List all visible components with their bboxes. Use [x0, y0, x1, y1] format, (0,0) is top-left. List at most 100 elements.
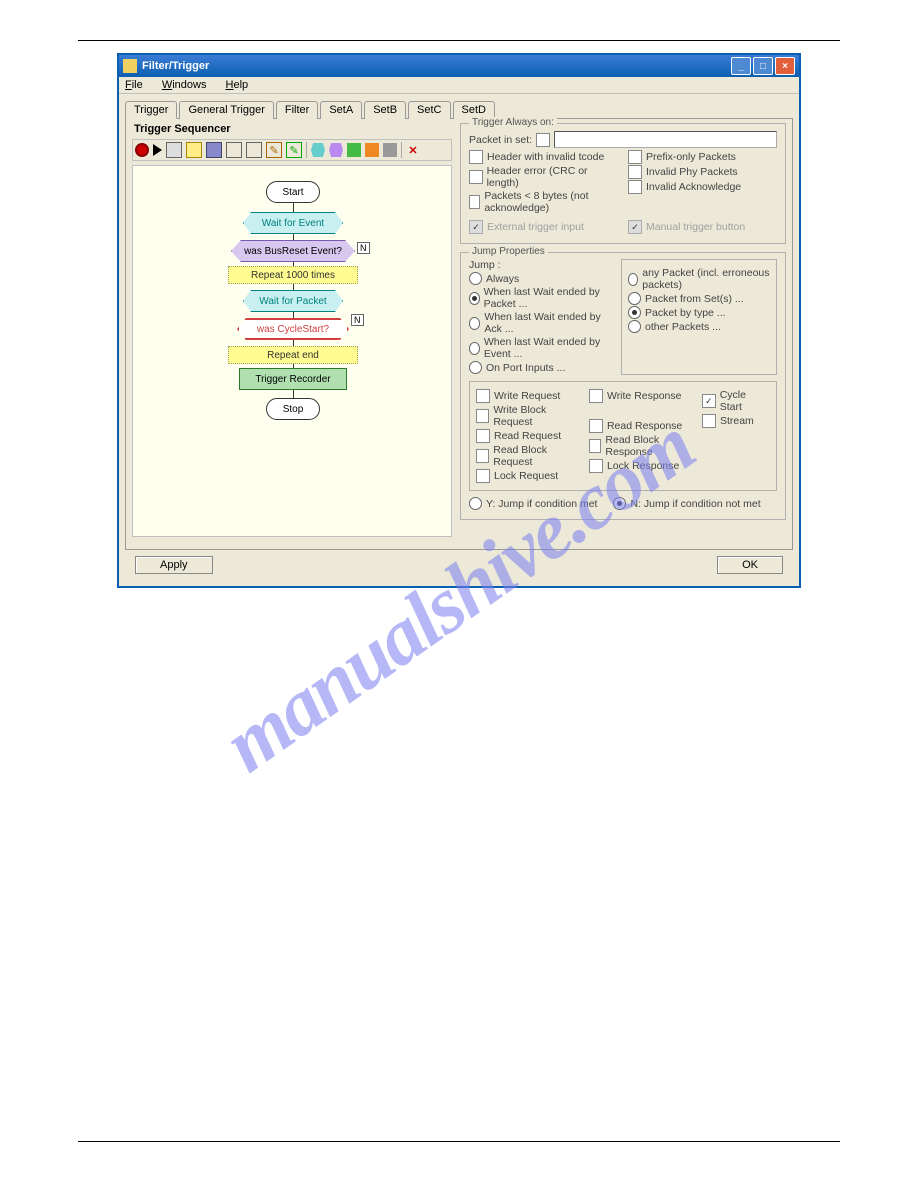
separator-icon — [401, 142, 402, 158]
menu-windows[interactable]: Windows — [162, 79, 215, 91]
hex-purple-icon[interactable] — [329, 143, 343, 157]
tab-general-trigger[interactable]: General Trigger — [179, 101, 273, 119]
save-icon[interactable] — [206, 142, 222, 158]
checkbox[interactable] — [628, 150, 642, 164]
checkbox[interactable] — [469, 170, 483, 184]
flowchart-canvas[interactable]: Start Wait for Event was BusReset Event?… — [132, 165, 452, 537]
repeat-node[interactable]: Repeat 1000 times — [228, 266, 358, 284]
menu-help[interactable]: Help — [226, 79, 257, 91]
maximize-button[interactable]: □ — [753, 57, 773, 75]
hex-teal-icon[interactable] — [311, 143, 325, 157]
title-bar[interactable]: Filter/Trigger _ □ × — [119, 55, 799, 77]
left-checks: Header with invalid tcode Header error (… — [469, 149, 618, 215]
radio-label: Packet from Set(s) ... — [645, 293, 744, 305]
check-label: Header error (CRC or length) — [487, 165, 618, 189]
packet-in-set-checkbox[interactable] — [536, 133, 550, 147]
ext-trigger-label: External trigger input — [487, 221, 584, 233]
tool-icon-3[interactable]: ✎ — [286, 142, 302, 158]
manual-trigger-checkbox — [628, 220, 642, 234]
radio[interactable] — [628, 273, 638, 286]
checkbox[interactable] — [589, 439, 601, 453]
tab-filter[interactable]: Filter — [276, 101, 318, 119]
checkbox[interactable] — [476, 469, 490, 483]
menu-file[interactable]: File — [125, 79, 151, 91]
stop-icon[interactable] — [166, 142, 182, 158]
right-checks: Prefix-only Packets Invalid Phy Packets … — [628, 149, 777, 215]
ok-button[interactable]: OK — [717, 556, 783, 574]
checkbox[interactable] — [589, 389, 603, 403]
export-icon[interactable] — [226, 142, 242, 158]
radio[interactable] — [469, 361, 482, 374]
packet-in-set-input[interactable] — [554, 131, 777, 148]
n-tag: N — [351, 314, 364, 326]
checkbox[interactable] — [628, 165, 642, 179]
checkbox[interactable] — [469, 195, 480, 209]
check-label: Packets < 8 bytes (not acknowledge) — [484, 190, 618, 214]
y-radio[interactable] — [469, 497, 482, 510]
checkbox[interactable] — [702, 414, 716, 428]
checkbox[interactable] — [589, 459, 603, 473]
cycle-start-checkbox[interactable] — [702, 394, 716, 408]
main-panel: Trigger Sequencer ✎ ✎ — [125, 118, 793, 550]
checkbox[interactable] — [469, 150, 483, 164]
radio-label: other Packets ... — [645, 321, 721, 333]
group-legend: Trigger Always on: — [469, 117, 557, 128]
check-label: Write Block Request — [493, 404, 583, 428]
radio[interactable] — [469, 342, 480, 355]
app-icon — [123, 59, 137, 73]
checkbox[interactable] — [476, 409, 489, 423]
jump-properties-group: Jump Properties Jump : Always When last … — [460, 252, 786, 520]
trigger-recorder-node[interactable]: Trigger Recorder — [239, 368, 347, 390]
radio[interactable] — [469, 272, 482, 285]
open-icon[interactable] — [186, 142, 202, 158]
radio-label: any Packet (incl. erroneous packets) — [642, 267, 770, 291]
sq-green-icon[interactable] — [347, 143, 361, 157]
radio[interactable] — [628, 320, 641, 333]
tab-setc[interactable]: SetC — [408, 101, 450, 119]
radio[interactable] — [628, 306, 641, 319]
record-icon[interactable] — [135, 143, 149, 157]
radio[interactable] — [628, 292, 641, 305]
tab-setb[interactable]: SetB — [364, 101, 406, 119]
busreset-node[interactable]: was BusReset Event? — [231, 240, 355, 262]
n-radio[interactable] — [613, 497, 626, 510]
checkbox[interactable] — [476, 429, 490, 443]
play-icon[interactable] — [153, 144, 162, 156]
n-label: N: Jump if condition not met — [630, 498, 760, 510]
tool-icon-1[interactable] — [246, 142, 262, 158]
radio[interactable] — [469, 317, 480, 330]
sq-orange-icon[interactable] — [365, 143, 379, 157]
wait-packet-node[interactable]: Wait for Packet — [243, 290, 343, 312]
radio[interactable] — [469, 292, 480, 305]
checkbox[interactable] — [476, 449, 489, 463]
radio-label: Always — [486, 273, 519, 285]
check-label: Stream — [720, 415, 754, 427]
app-window: Filter/Trigger _ □ × File Windows Help T… — [117, 53, 801, 588]
sq-gray-icon[interactable] — [383, 143, 397, 157]
right-column: Trigger Always on: Packet in set: Header… — [460, 123, 786, 543]
radio-label: When last Wait ended by Event ... — [484, 336, 611, 360]
delete-icon[interactable]: ✕ — [406, 143, 420, 157]
check-label: Invalid Phy Packets — [646, 166, 738, 178]
close-button[interactable]: × — [775, 57, 795, 75]
checkbox[interactable] — [476, 389, 490, 403]
tool-icon-2[interactable]: ✎ — [266, 142, 282, 158]
cyclestart-node[interactable]: was CycleStart? — [237, 318, 349, 340]
apply-button[interactable]: Apply — [135, 556, 213, 574]
check-label: Lock Response — [607, 460, 679, 472]
check-label: Invalid Acknowledge — [646, 181, 741, 193]
check-label: Lock Request — [494, 470, 558, 482]
check-label: Header with invalid tcode — [487, 151, 604, 163]
tab-trigger[interactable]: Trigger — [125, 101, 177, 119]
checkbox[interactable] — [628, 180, 642, 194]
check-label: Read Block Response — [605, 434, 696, 458]
start-node[interactable]: Start — [266, 181, 320, 203]
stop-node[interactable]: Stop — [266, 398, 320, 420]
minimize-button[interactable]: _ — [731, 57, 751, 75]
wait-event-node[interactable]: Wait for Event — [243, 212, 343, 234]
packet-type-box: Write Request Write Block Request Read R… — [469, 381, 777, 491]
manual-trigger-label: Manual trigger button — [646, 221, 745, 233]
repeat-end-node[interactable]: Repeat end — [228, 346, 358, 364]
checkbox[interactable] — [589, 419, 603, 433]
tab-seta[interactable]: SetA — [320, 101, 362, 119]
